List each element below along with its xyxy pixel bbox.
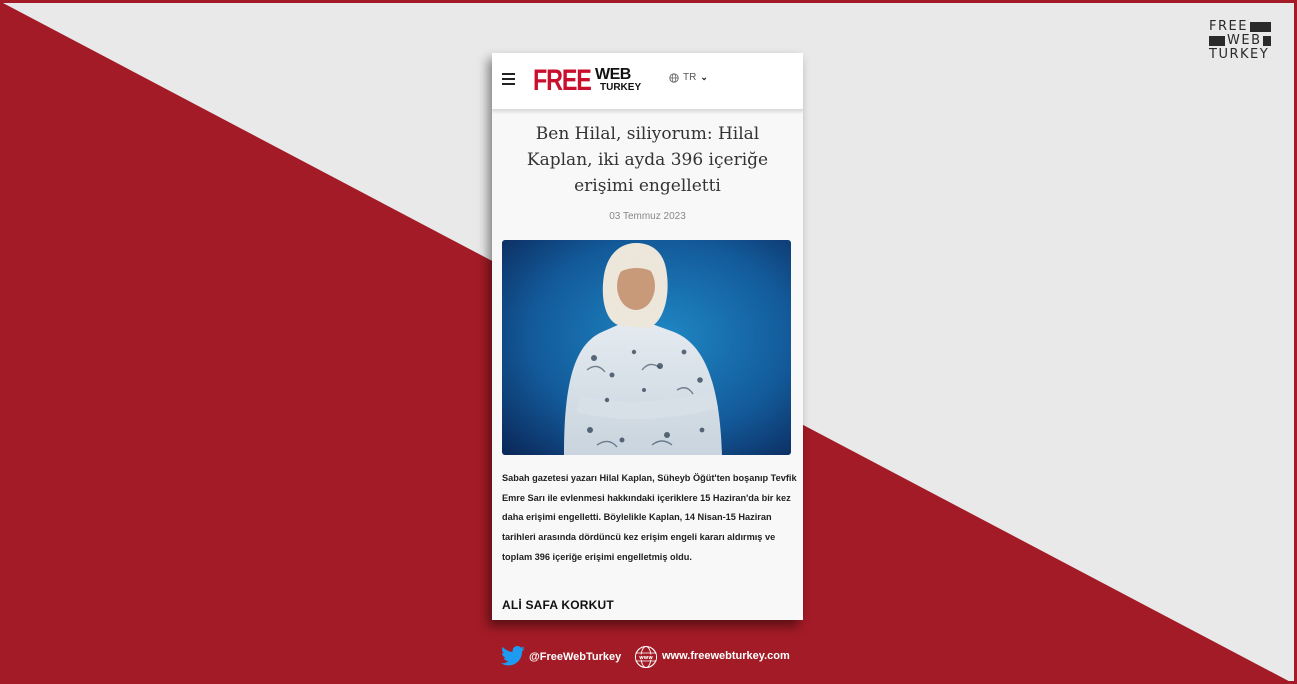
brand-line-free: FREE [1209,19,1248,34]
chevron-down-icon: ⌄ [700,72,708,82]
article-title: Ben Hilal, siliyorum: Hilal Kaplan, iki … [526,124,769,196]
svg-text:www: www [639,655,653,661]
site-logo-turkey: TURKEY [600,82,642,93]
twitter-bird-icon [501,646,525,666]
hamburger-menu-icon[interactable] [502,73,515,85]
poster-footer: @FreeWebTurkey www www.freewebturkey.com [0,645,1297,671]
twitter-handle[interactable]: @FreeWebTurkey [529,651,621,663]
mobile-article-screenshot: FREE WEB TURKEY TR ⌄ Ben Hilal, siliyoru… [492,53,803,620]
brand-line-web: WEB [1227,33,1262,48]
language-selector[interactable]: TR ⌄ [669,72,708,83]
freewebturkey-corner-logo: FREE WEB TURKEY [1209,20,1271,62]
article-author: ALİ SAFA KORKUT [502,598,614,612]
globe-icon [669,72,679,83]
site-logo[interactable]: FREE WEB TURKEY [533,66,643,96]
article-date: 03 Temmuz 2023 [609,211,686,222]
site-header: FREE WEB TURKEY TR ⌄ [492,53,803,110]
site-logo-web: WEB [595,66,631,83]
article-body: Sabah gazetesi yazarı Hilal Kaplan, Sühe… [502,473,797,562]
site-logo-free: FREE [533,64,592,97]
language-code: TR [683,72,697,83]
website-url[interactable]: www.freewebturkey.com [662,650,790,662]
www-globe-icon: www [634,645,658,669]
article-photo [502,240,791,455]
brand-line-turkey: TURKEY [1209,47,1270,62]
